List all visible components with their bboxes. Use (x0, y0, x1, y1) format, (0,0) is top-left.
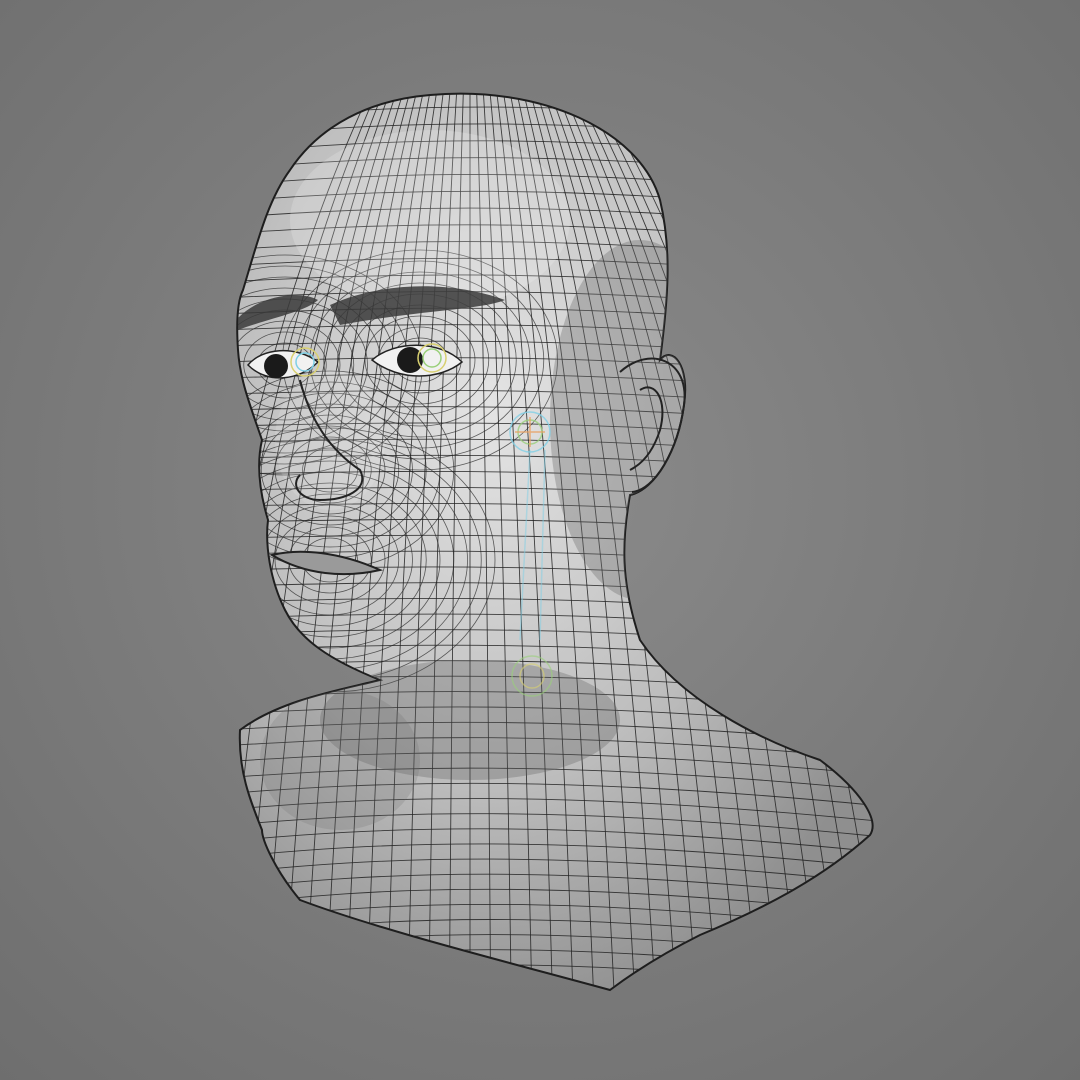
head-bust-wireframe-icon[interactable] (0, 0, 1080, 1080)
left-pupil (264, 354, 288, 378)
mesh-edge (237, 93, 873, 101)
3d-viewport[interactable] (0, 0, 1080, 1080)
